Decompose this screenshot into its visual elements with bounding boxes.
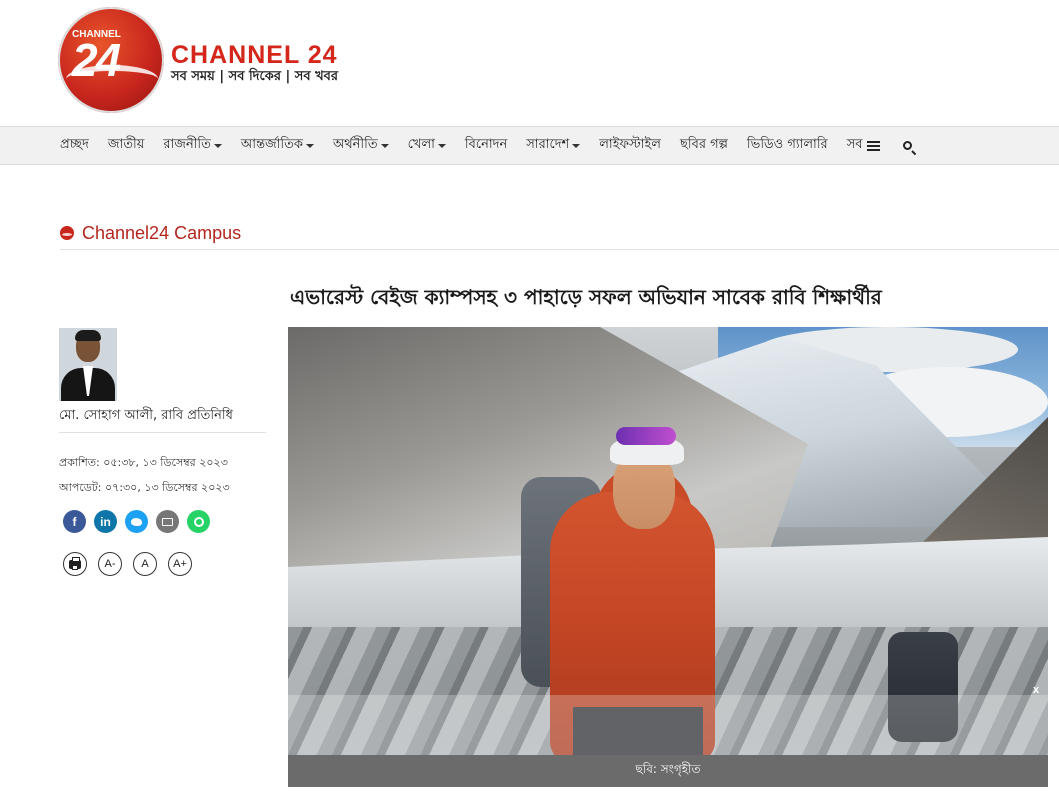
nav-item-5[interactable]: খেলা bbox=[408, 135, 446, 156]
author-name[interactable]: মো. সোহাগ আলী, রাবি প্রতিনিধি bbox=[59, 406, 233, 427]
chevron-down-icon bbox=[572, 143, 581, 148]
image-caption: ছবি: সংগৃহীত bbox=[288, 755, 1048, 787]
nav-item-10[interactable]: ভিডিও গ্যালারি bbox=[747, 135, 828, 156]
share-buttons: f in bbox=[63, 510, 218, 533]
published-time: প্রকাশিত: ০৫:৩৮, ১৩ ডিসেম্বর ২০২৩ bbox=[59, 456, 228, 469]
nav-list: প্রচ্ছদ জাতীয় রাজনীতি আন্তর্জাতিক অর্থনীতি খ… bbox=[60, 127, 931, 164]
menu-icon bbox=[866, 140, 880, 151]
nav-item-label: প্রচ্ছদ bbox=[60, 137, 89, 152]
main-nav: প্রচ্ছদ জাতীয় রাজনীতি আন্তর্জাতিক অর্থনীতি খ… bbox=[0, 126, 1059, 165]
nav-item-4[interactable]: অর্থনীতি bbox=[333, 135, 389, 156]
chevron-down-icon bbox=[437, 143, 446, 148]
print-icon bbox=[69, 556, 81, 570]
nav-item-label: ভিডিও গ্যালারি bbox=[746, 137, 828, 152]
image-person-goggles bbox=[616, 427, 676, 445]
channel24-logo[interactable]: CHANNEL 24 CHANNEL 24 সব সময় | সব দিকের… bbox=[58, 7, 378, 115]
logo-emblem: CHANNEL 24 bbox=[58, 7, 164, 113]
nav-item-label: বিনোদন bbox=[464, 137, 508, 152]
nav-item-label: জাতীয় bbox=[107, 137, 145, 152]
nav-item-0[interactable]: প্রচ্ছদ bbox=[60, 135, 89, 156]
nav-item-label: লাইফস্টাইল bbox=[599, 137, 661, 152]
article-headline: এভারেস্ট বেইজ ক্যাম্পসহ ৩ পাহাড়ে সফল অভ… bbox=[290, 285, 882, 309]
whatsapp-share-button[interactable] bbox=[187, 510, 210, 533]
nav-item-9[interactable]: ছবির গল্প bbox=[680, 135, 728, 156]
avatar-hair bbox=[75, 330, 101, 341]
chevron-down-icon bbox=[213, 143, 222, 148]
close-overlay-button[interactable]: x bbox=[1033, 684, 1039, 696]
logo-name: CHANNEL 24 bbox=[171, 41, 338, 69]
nav-item-label: খেলা bbox=[407, 137, 435, 152]
logo-swoosh bbox=[66, 65, 158, 93]
author-avatar bbox=[59, 328, 117, 401]
facebook-share-button[interactable]: f bbox=[63, 510, 86, 533]
chevron-down-icon bbox=[306, 143, 314, 148]
nav-item-1[interactable]: জাতীয় bbox=[108, 135, 145, 156]
email-share-button[interactable] bbox=[156, 510, 179, 533]
nav-item-8[interactable]: লাইফস্টাইল bbox=[599, 135, 661, 156]
twitter-share-button[interactable] bbox=[125, 510, 148, 533]
chevron-down-icon bbox=[380, 143, 389, 148]
updated-time: আপডেট: ০৭:৩০, ১৩ ডিসেম্বর ২০২৩ bbox=[59, 481, 230, 494]
font-decrease-button[interactable]: A- bbox=[98, 552, 122, 576]
site-header: CHANNEL 24 CHANNEL 24 সব সময় | সব দিকের… bbox=[0, 0, 1059, 126]
nav-item-label: সারাদেশ bbox=[526, 137, 570, 152]
logo-tagline: সব সময় | সব দিকের | সব খবর bbox=[171, 69, 339, 84]
nav-item-2[interactable]: রাজনীতি bbox=[163, 135, 222, 156]
article-tools: A- A A+ bbox=[63, 552, 203, 576]
channel24-icon bbox=[60, 226, 74, 240]
linkedin-icon: in bbox=[100, 514, 111, 529]
nav-item-label: অর্থনীতি bbox=[333, 137, 378, 152]
nav-item-7[interactable]: সারাদেশ bbox=[526, 135, 581, 156]
nav-search-button[interactable] bbox=[899, 141, 912, 150]
font-increase-button[interactable]: A+ bbox=[168, 552, 192, 576]
article-main-image: x bbox=[288, 327, 1048, 755]
nav-item-label: ছবির গল্প bbox=[680, 137, 728, 152]
font-reset-button[interactable]: A bbox=[133, 552, 157, 576]
nav-all-label: সব bbox=[846, 137, 863, 152]
nav-item-label: রাজনীতি bbox=[163, 137, 211, 152]
facebook-icon: f bbox=[72, 514, 77, 529]
nav-item-label: আন্তর্জাতিক bbox=[240, 137, 303, 152]
linkedin-share-button[interactable]: in bbox=[94, 510, 117, 533]
nav-all-menu[interactable]: সব bbox=[847, 135, 880, 156]
nav-item-3[interactable]: আন্তর্জাতিক bbox=[241, 135, 314, 156]
image-overlay-strip bbox=[288, 695, 1048, 755]
search-icon bbox=[902, 141, 912, 150]
whatsapp-icon bbox=[193, 516, 204, 527]
print-button[interactable] bbox=[63, 552, 87, 576]
section-label[interactable]: Channel24 Campus bbox=[82, 223, 241, 244]
sidebar-divider bbox=[59, 432, 266, 433]
nav-item-6[interactable]: বিনোদন bbox=[465, 135, 507, 156]
email-icon bbox=[162, 517, 173, 526]
twitter-icon bbox=[131, 517, 142, 526]
section-header: Channel24 Campus bbox=[60, 223, 1059, 250]
